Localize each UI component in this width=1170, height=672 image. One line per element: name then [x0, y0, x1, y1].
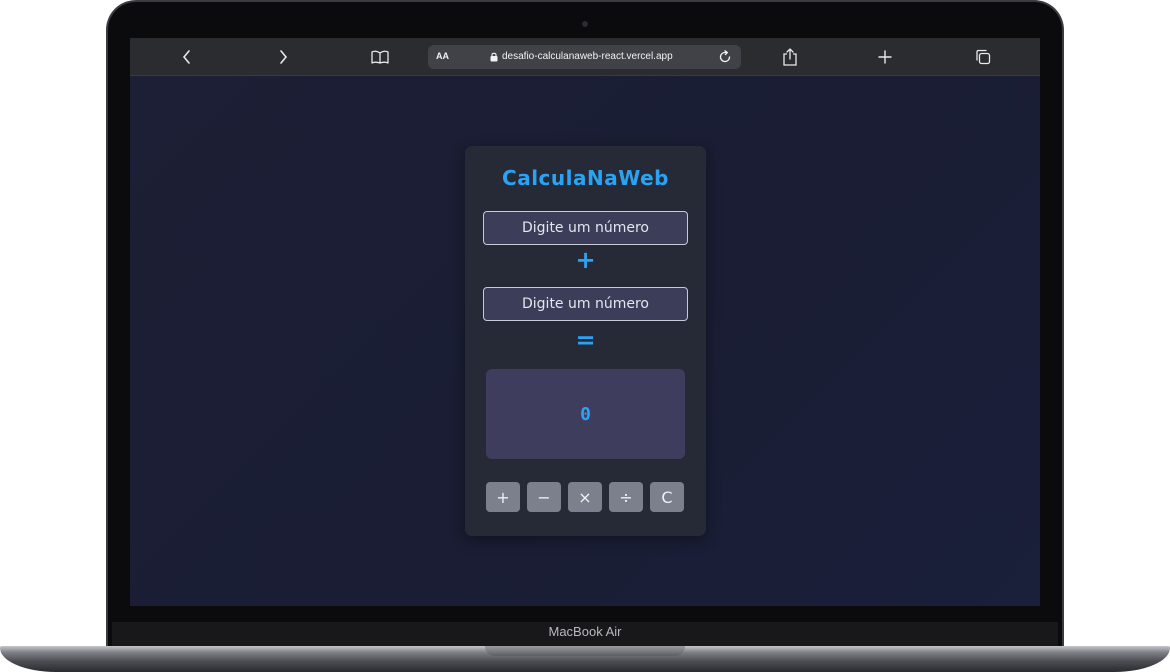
second-number-input[interactable]	[483, 287, 688, 321]
book-icon	[371, 50, 389, 64]
bookmarks-button[interactable]	[365, 45, 395, 69]
app-title: CalculaNaWeb	[502, 166, 669, 190]
forward-button[interactable]	[268, 45, 298, 69]
subtract-button[interactable]: −	[527, 482, 561, 512]
result-value: 0	[580, 403, 591, 425]
reload-icon	[719, 50, 731, 63]
first-number-input[interactable]	[483, 211, 688, 245]
chevron-right-icon	[280, 50, 288, 64]
clear-button[interactable]: C	[650, 482, 684, 512]
add-button[interactable]: +	[486, 482, 520, 512]
reader-aa-button[interactable]: AA	[436, 51, 449, 61]
url-text: desafio-calculanaweb-react.vercel.app	[502, 51, 673, 62]
multiply-button[interactable]: ×	[568, 482, 602, 512]
model-label: MacBook Air	[548, 624, 622, 639]
calculator-card: CalculaNaWeb + = 0 + − × ÷ C	[465, 146, 706, 536]
tabs-overview-button[interactable]	[968, 45, 998, 69]
camera-icon	[582, 21, 588, 27]
divide-button[interactable]: ÷	[609, 482, 643, 512]
address-bar[interactable]: AA desafio-calculanaweb-react.vercel.app	[428, 45, 741, 69]
tabs-icon	[976, 49, 991, 65]
operator-symbol: +	[575, 246, 596, 274]
plus-icon	[878, 50, 892, 64]
new-tab-button[interactable]	[870, 45, 900, 69]
result-display: 0	[486, 369, 685, 459]
equals-symbol: =	[575, 326, 596, 354]
back-button[interactable]	[172, 45, 202, 69]
share-button[interactable]	[775, 45, 805, 69]
laptop-notch	[485, 646, 685, 656]
chevron-left-icon	[182, 50, 190, 64]
lock-icon	[490, 52, 498, 61]
browser-screen: AA desafio-calculanaweb-react.vercel.app	[130, 38, 1040, 606]
operator-buttons: + − × ÷ C	[486, 482, 685, 512]
reload-button[interactable]	[715, 47, 735, 67]
browser-toolbar: AA desafio-calculanaweb-react.vercel.app	[130, 38, 1040, 76]
share-icon	[783, 48, 797, 66]
